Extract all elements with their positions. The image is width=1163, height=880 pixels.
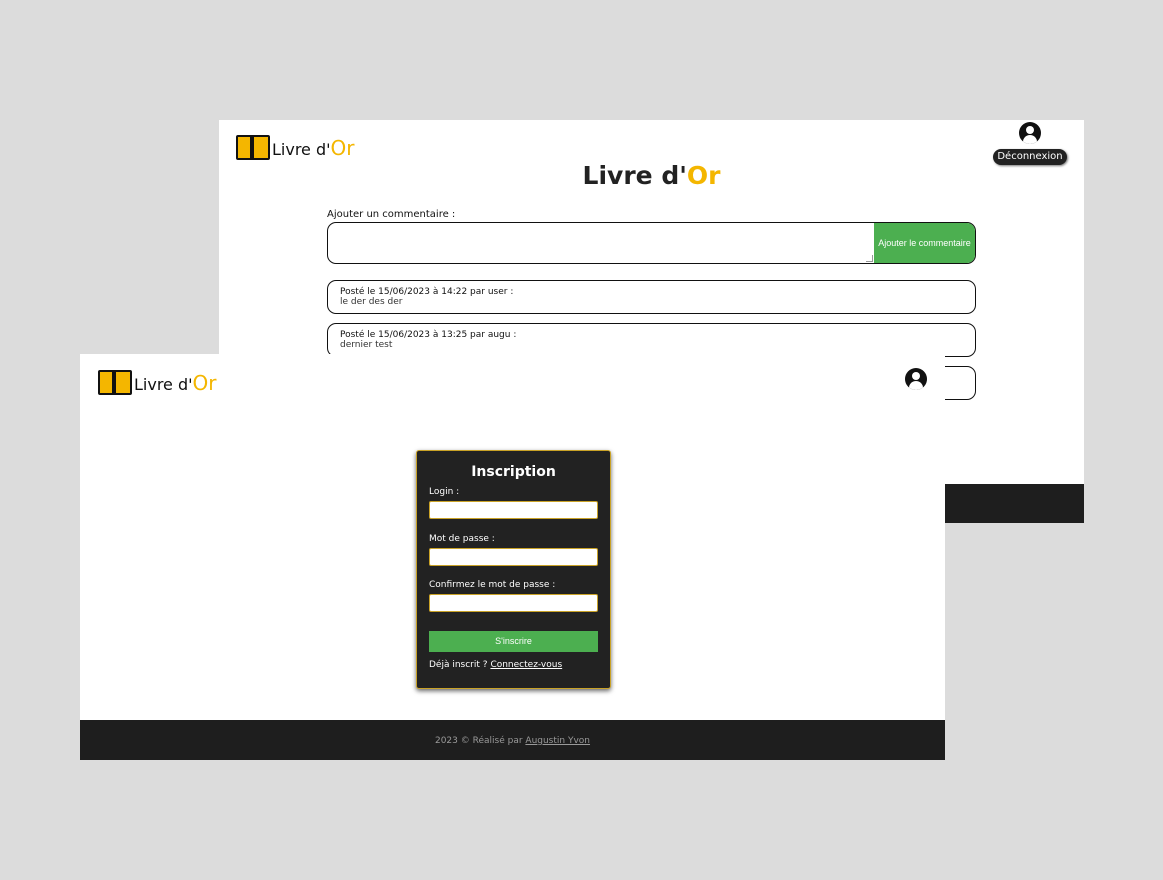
- confirm-password-label: Confirmez le mot de passe :: [429, 580, 556, 590]
- comment-text: dernier test: [340, 340, 393, 350]
- signup-form: Inscription Login : Mot de passe : Confi…: [416, 450, 611, 689]
- footer-text: 2023 © Réalisé par Augustin Yvon: [434, 736, 591, 746]
- login-label: Login :: [429, 487, 460, 497]
- login-input[interactable]: [429, 501, 598, 519]
- confirm-password-input[interactable]: [429, 594, 598, 612]
- book-icon: [236, 133, 270, 160]
- comment-text: le der des der: [340, 297, 403, 307]
- comment-meta: Posté le 15/06/2023 à 14:22 par user :: [340, 287, 514, 297]
- logo-text: Livre d'Or: [134, 371, 217, 395]
- password-input[interactable]: [429, 548, 598, 566]
- book-icon: [98, 368, 132, 395]
- author-link[interactable]: Augustin Yvon: [525, 736, 590, 746]
- form-title: Inscription: [471, 464, 556, 480]
- logo-text: Livre d'Or: [272, 136, 355, 160]
- comment-textarea[interactable]: [328, 223, 872, 263]
- footer: 2023 © Réalisé par Augustin Yvon: [80, 720, 945, 760]
- page-title: Livre d'Or: [582, 161, 721, 190]
- logo[interactable]: Livre d'Or: [98, 368, 217, 395]
- resize-handle-icon[interactable]: [866, 255, 873, 262]
- comment-item: Posté le 15/06/2023 à 13:25 par augu : d…: [327, 323, 976, 357]
- already-registered: Déjà inscrit ? Connectez-vous: [429, 660, 563, 670]
- add-comment-button[interactable]: Ajouter le commentaire: [874, 223, 975, 263]
- login-link[interactable]: Connectez-vous: [490, 660, 562, 670]
- comment-meta: Posté le 15/06/2023 à 13:25 par augu :: [340, 330, 517, 340]
- password-label: Mot de passe :: [429, 534, 495, 544]
- logo[interactable]: Livre d'Or: [236, 133, 355, 160]
- add-comment-label: Ajouter un commentaire :: [327, 209, 456, 220]
- comment-form: Ajouter le commentaire: [327, 222, 976, 264]
- user-icon[interactable]: [905, 368, 927, 390]
- signup-window: Livre d'Or Inscription Login : Mot de pa…: [80, 354, 945, 760]
- user-icon[interactable]: [1019, 122, 1041, 144]
- signup-button[interactable]: S'inscrire: [429, 631, 598, 652]
- comment-item: Posté le 15/06/2023 à 14:22 par user : l…: [327, 280, 976, 314]
